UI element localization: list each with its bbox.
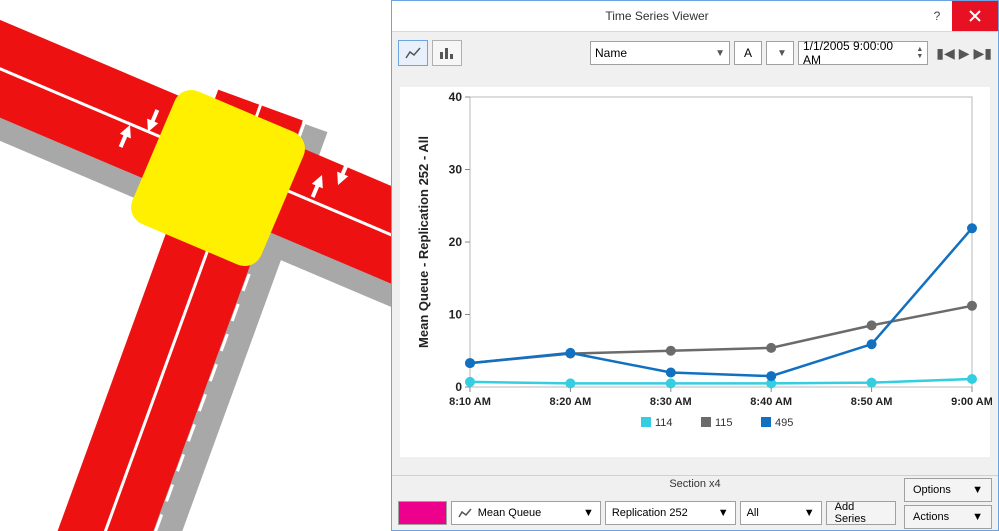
bottom-bar: Section x4 Mean Queue ▼ Replication 252 … [392,475,998,530]
close-button[interactable] [952,1,998,31]
y-tick-label: 40 [449,90,463,104]
skip-forward-button[interactable]: ▶▮ [974,45,992,62]
chart-area: 0 10 20 30 40 8:10 AM 8:20 AM 8:30 AM 8:40 AM 8:5… [400,87,990,457]
filter-dropdown[interactable]: All ▼ [740,501,822,525]
y-tick-label: 20 [449,235,463,249]
chevron-down-icon: ▼ [718,507,729,519]
a-dropdown-arrow[interactable]: ▼ [766,41,794,65]
x-tick-label: 8:30 AM [650,396,692,408]
filter-label: All [747,507,759,519]
help-button[interactable]: ? [922,1,952,31]
legend-entry: 495 [775,417,793,429]
titlebar: Time Series Viewer ? [392,1,998,32]
y-tick-label: 0 [455,380,462,394]
date-time-input[interactable]: 1/1/2005 9:00:00 AM ▲▼ [798,41,928,65]
chevron-down-icon: ▼ [804,507,815,519]
x-tick-label: 9:00 AM [951,396,992,408]
series-name-label: Mean Queue [478,507,542,519]
chevron-down-icon: ▼ [972,511,983,523]
line-chart-icon [405,46,421,60]
replication-dropdown[interactable]: Replication 252 ▼ [605,501,736,525]
bar-chart-mode-button[interactable] [432,40,462,66]
options-button[interactable]: Options ▼ [904,478,992,502]
skip-back-button[interactable]: ▮◀ [936,45,954,62]
replication-label: Replication 252 [612,507,688,519]
add-series-label: Add Series [835,501,887,525]
window-title: Time Series Viewer [392,1,922,31]
actions-button[interactable]: Actions ▼ [904,505,992,529]
toolbar: Name ▼ A ▼ 1/1/2005 9:00:00 AM ▲▼ ▮◀ ▶ ▶… [392,32,998,74]
chevron-down-icon: ▼ [972,484,983,496]
x-tick-label: 8:50 AM [851,396,893,408]
y-tick-label: 10 [449,308,463,322]
y-tick-label: 30 [449,163,463,177]
line-chart-icon [458,507,472,519]
series-name-dropdown[interactable]: Mean Queue ▼ [451,501,601,525]
spinner-icon[interactable]: ▲▼ [916,46,923,60]
date-time-value: 1/1/2005 9:00:00 AM [803,39,908,67]
chevron-down-icon: ▼ [583,507,594,519]
series-color-swatch[interactable] [398,501,447,525]
legend-entry: 114 [655,417,673,429]
play-button[interactable]: ▶ [959,45,970,62]
bar-chart-icon [439,46,455,60]
x-tick-label: 8:10 AM [449,396,491,408]
line-chart-mode-button[interactable] [398,40,428,66]
a-dropdown[interactable]: A [734,41,762,65]
time-series-viewer-panel: Time Series Viewer ? Name ▼ [391,0,999,531]
chevron-down-icon: ▼ [777,48,787,59]
name-dropdown[interactable]: Name ▼ [590,41,730,65]
actions-label: Actions [913,511,949,523]
a-dropdown-label: A [744,46,752,60]
x-tick-label: 8:40 AM [750,396,792,408]
x-tick-label: 8:20 AM [550,396,592,408]
chevron-down-icon: ▼ [715,48,725,59]
legend-entry: 115 [715,417,733,429]
add-series-button[interactable]: Add Series [826,501,896,525]
options-label: Options [913,484,951,496]
name-dropdown-label: Name [595,46,627,60]
y-axis-title: Mean Queue - Replication 252 - All [416,136,431,348]
